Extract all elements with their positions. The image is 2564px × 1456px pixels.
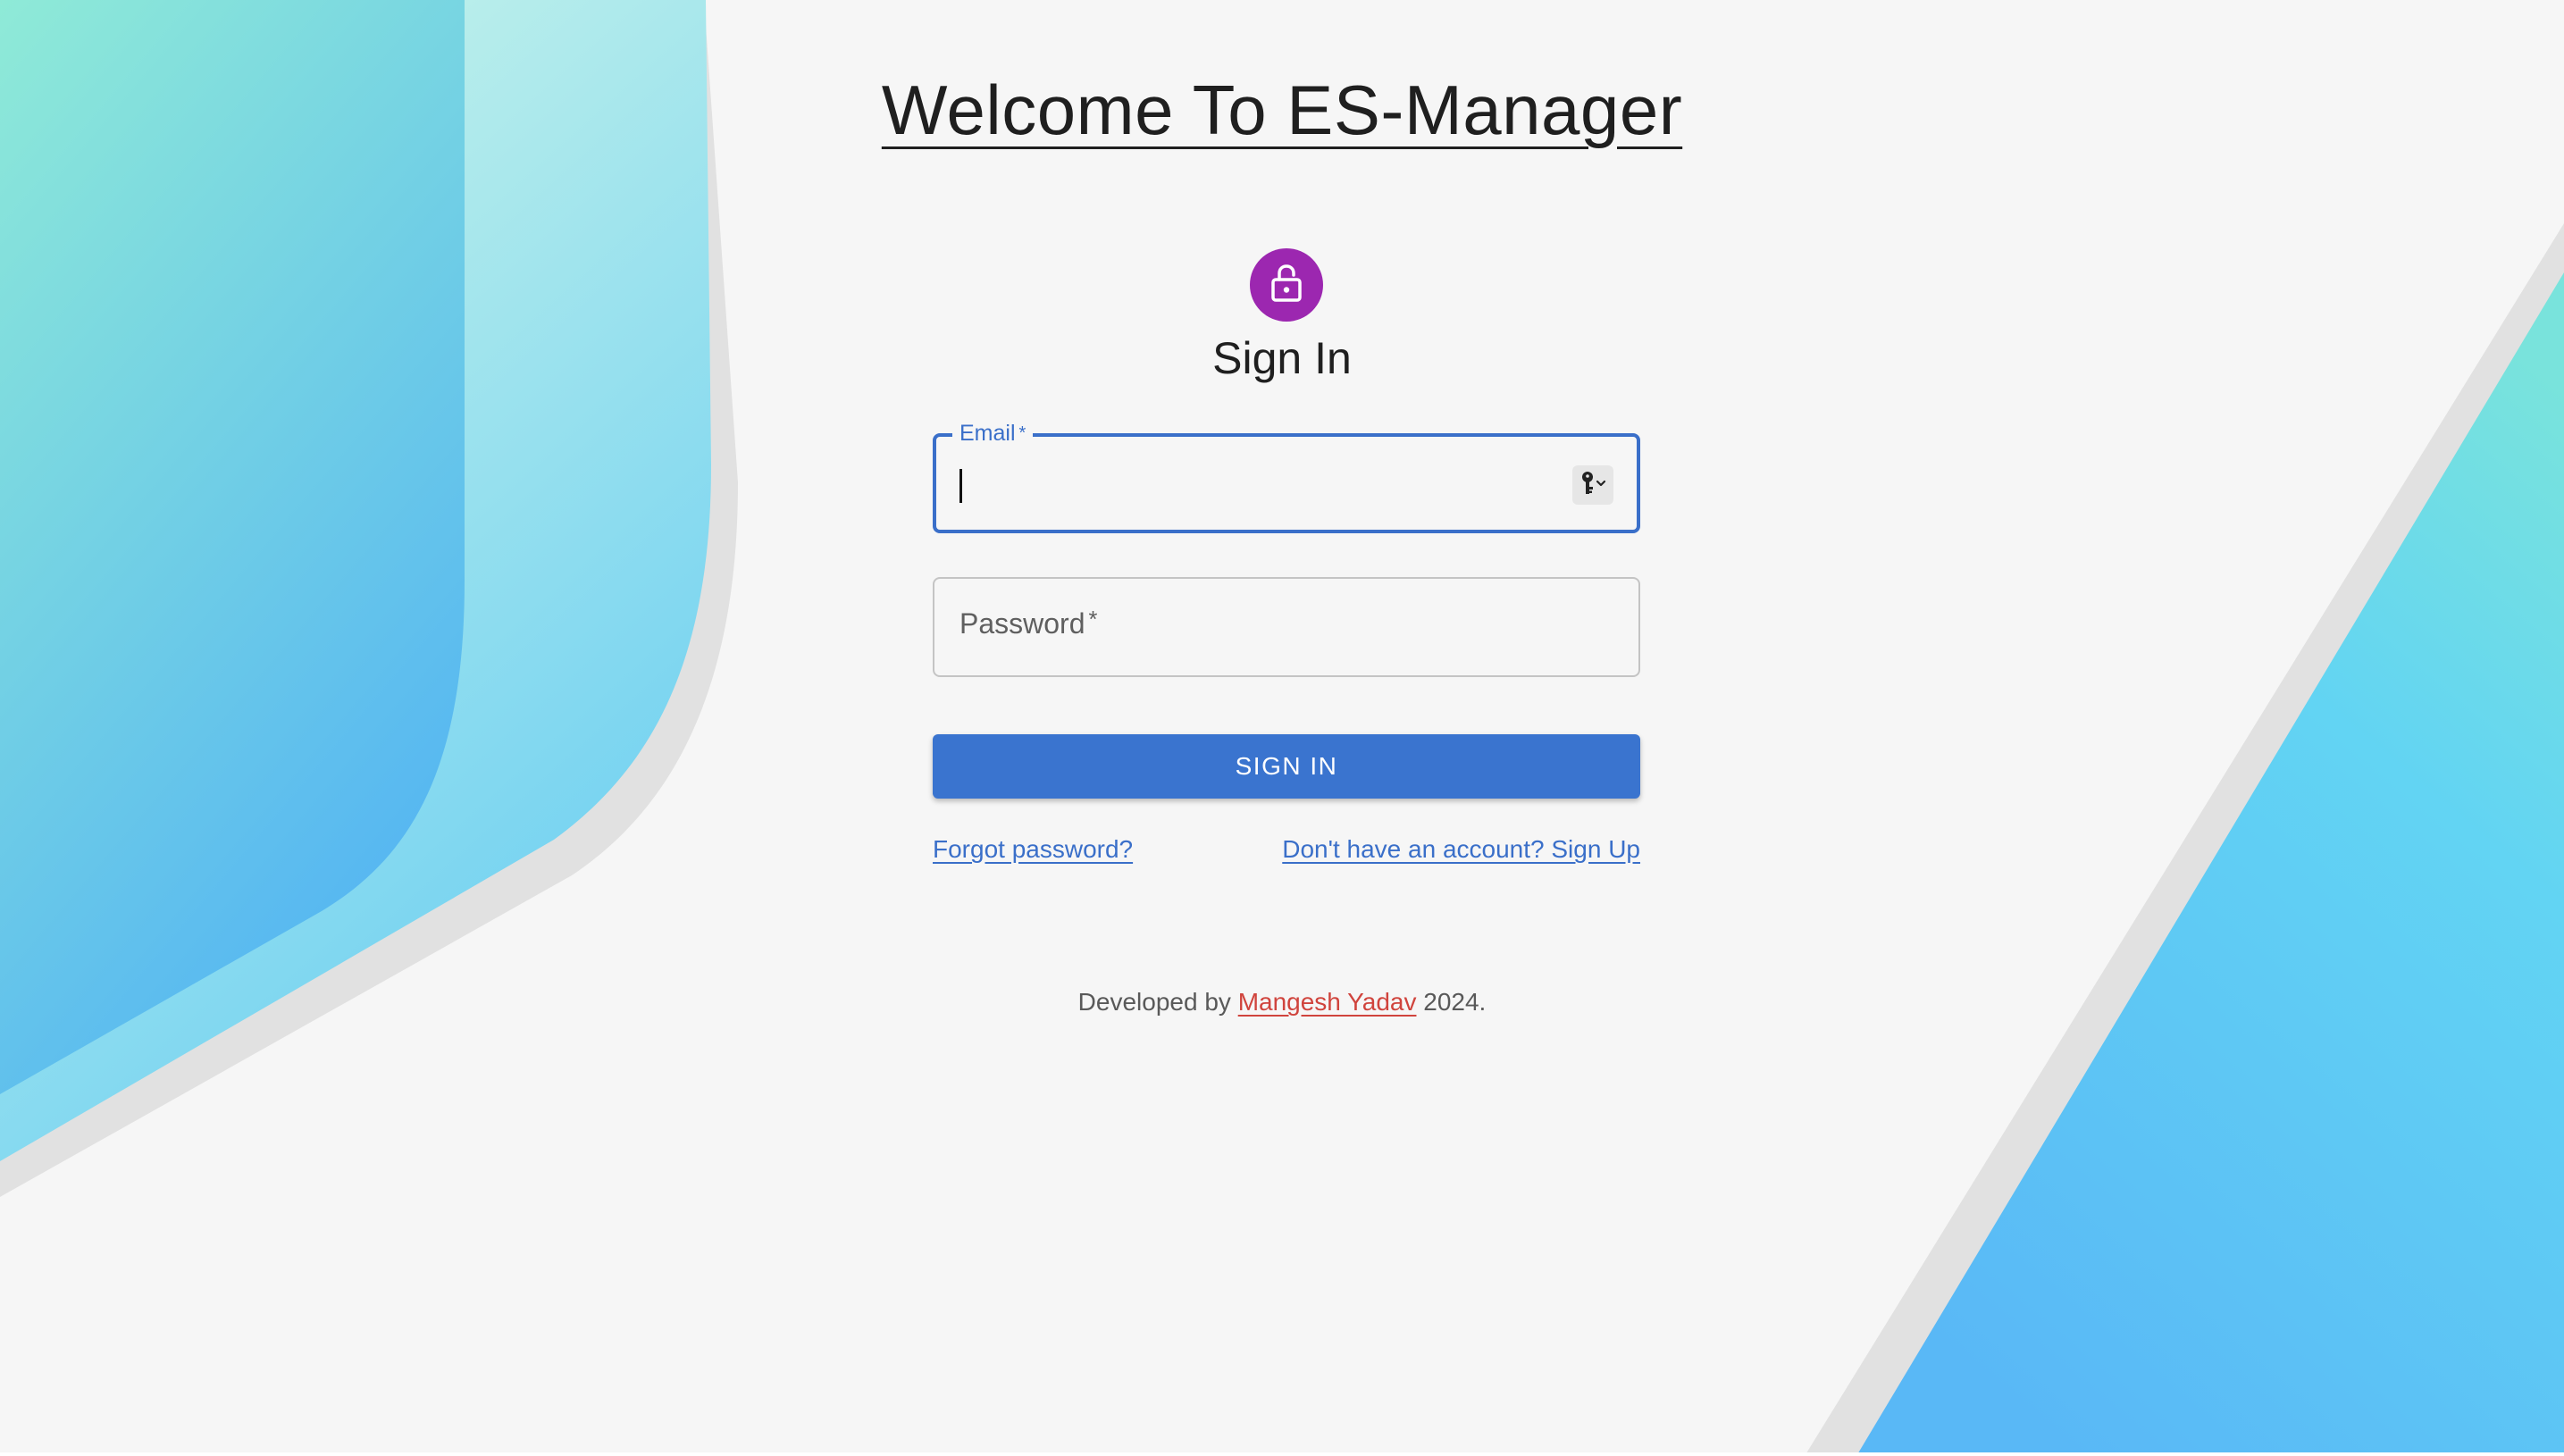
forgot-password-link[interactable]: Forgot password?: [933, 834, 1133, 865]
email-label-text: Email: [959, 421, 1016, 446]
password-manager-button[interactable]: [1572, 465, 1613, 505]
key-icon: [1577, 470, 1609, 501]
author-link[interactable]: Mangesh Yadav: [1238, 988, 1417, 1016]
footer-prefix: Developed by: [1077, 988, 1231, 1016]
email-input[interactable]: [959, 458, 1571, 514]
sign-up-link[interactable]: Don't have an account? Sign Up: [1282, 834, 1640, 865]
password-input[interactable]: [958, 600, 1569, 656]
page-title-text: Welcome To ES-Manager: [881, 71, 1683, 149]
sign-in-page: Welcome To ES-Manager Sign In Email * Pa…: [0, 0, 2564, 1456]
password-field[interactable]: Password *: [933, 577, 1640, 677]
footer-suffix: 2024.: [1423, 988, 1487, 1016]
email-field[interactable]: Email *: [933, 415, 1640, 533]
footer: Developed by Mangesh Yadav 2024.: [0, 988, 2564, 1017]
sign-in-heading: Sign In: [1212, 333, 1352, 383]
lock-avatar: [1250, 248, 1323, 322]
page-title: Welcome To ES-Manager: [0, 70, 2564, 151]
lock-icon: [1269, 264, 1304, 307]
email-label: Email *: [952, 415, 1034, 451]
sign-in-button[interactable]: SIGN IN: [933, 734, 1640, 799]
email-required-mark: *: [1018, 423, 1026, 443]
